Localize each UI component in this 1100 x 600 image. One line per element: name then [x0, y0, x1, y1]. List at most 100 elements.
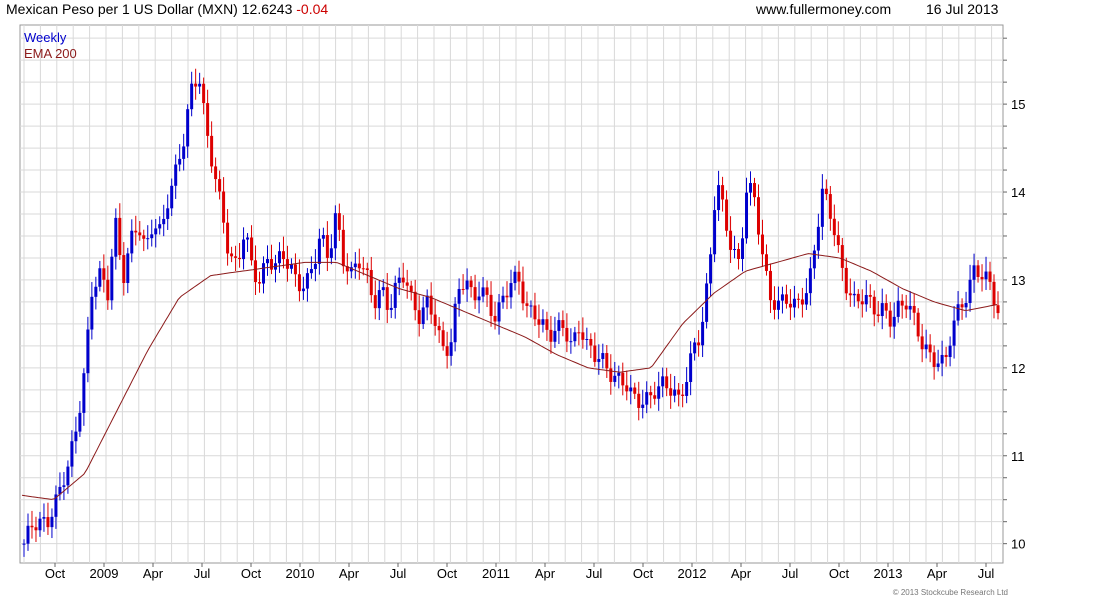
candle-body: [309, 269, 313, 274]
candle-body: [932, 352, 936, 367]
candle-body: [796, 298, 800, 300]
candle-body: [637, 393, 641, 408]
candle-body: [952, 320, 956, 346]
candle-body: [840, 245, 844, 268]
candle-body: [186, 109, 190, 147]
x-tick-label: 2012: [678, 566, 707, 581]
candle-body: [449, 342, 453, 356]
y-tick-label: 13: [1011, 273, 1025, 288]
y-tick-label: 12: [1011, 361, 1025, 376]
legend-weekly: Weekly: [24, 30, 67, 45]
candle-body: [341, 229, 345, 267]
candle-body: [437, 325, 441, 331]
candle-body: [948, 345, 952, 358]
candle-body: [114, 217, 118, 257]
candle-body: [912, 305, 916, 313]
candle-body: [170, 185, 174, 209]
candle-body: [269, 259, 273, 270]
candle-body: [856, 293, 860, 302]
candle-body: [792, 298, 796, 308]
candle-body: [473, 287, 477, 301]
candle-body: [421, 307, 425, 325]
candle-body: [641, 404, 645, 408]
legend-ema: EMA 200: [24, 46, 77, 61]
x-tick-label: Apr: [535, 566, 556, 581]
candle-body: [461, 288, 465, 290]
x-tick-label: 2011: [482, 566, 510, 581]
candle-body: [182, 146, 186, 159]
candle-body: [82, 373, 86, 413]
candle-body: [146, 238, 150, 240]
candle-body: [22, 543, 26, 545]
candle-body: [864, 294, 868, 305]
candle-body: [194, 83, 198, 87]
candle-body: [230, 253, 234, 257]
candle-body: [996, 305, 1000, 314]
x-tick-label: Apr: [731, 566, 752, 581]
x-tick-label: Jul: [782, 566, 799, 581]
candle-body: [110, 256, 114, 301]
candle-body: [66, 466, 70, 486]
candle-body: [405, 282, 409, 286]
candle-body: [741, 238, 745, 259]
x-tick-label: Oct: [633, 566, 654, 581]
candle-body: [689, 353, 693, 382]
candle-body: [441, 330, 445, 347]
candle-body: [333, 213, 337, 249]
x-tick-label: Oct: [45, 566, 66, 581]
candle-body: [780, 294, 784, 301]
candle-body: [321, 235, 325, 239]
candle-body: [940, 354, 944, 364]
candle-body: [369, 269, 373, 296]
candle-body: [469, 280, 473, 288]
candle-body: [760, 234, 764, 255]
candle-body: [848, 293, 852, 296]
candle-body: [605, 353, 609, 369]
candle-body: [964, 303, 968, 308]
candle-body: [557, 320, 561, 331]
candle-body: [988, 271, 992, 282]
candle-body: [621, 372, 625, 386]
candle-body: [86, 329, 90, 374]
candle-body: [106, 279, 110, 301]
candle-body: [589, 338, 593, 346]
candle-body: [46, 517, 50, 528]
candle-body: [301, 288, 305, 292]
candle-body: [693, 342, 697, 354]
x-tick-label: Jul: [586, 566, 603, 581]
candle-body: [808, 268, 812, 294]
candle-body: [800, 299, 804, 305]
candle-body: [285, 259, 289, 269]
candle-body: [377, 290, 381, 309]
candle-body: [896, 300, 900, 317]
candle-body: [876, 314, 880, 317]
candle-body: [305, 273, 309, 289]
candle-body: [190, 83, 194, 110]
candle-body: [385, 287, 389, 310]
candle-body: [828, 194, 832, 219]
candle-body: [50, 516, 54, 528]
candle-body: [206, 103, 210, 136]
candle-body: [753, 183, 756, 198]
candle-body: [433, 314, 437, 326]
candle-body: [709, 254, 713, 284]
candle-body: [577, 332, 581, 334]
candle-body: [653, 395, 657, 399]
candle-body: [593, 345, 597, 362]
candle-body: [976, 265, 980, 277]
candle-body: [174, 164, 178, 186]
candle-body: [417, 310, 421, 325]
candle-body: [38, 518, 42, 531]
candle-body: [681, 394, 685, 396]
candle-body: [721, 185, 725, 200]
candle-body: [222, 191, 226, 223]
candle-body: [425, 295, 429, 308]
candle-body: [529, 305, 533, 307]
candle-body: [497, 302, 501, 322]
candle-body: [381, 287, 385, 291]
x-tick-label: 2009: [90, 566, 119, 581]
candle-body: [361, 268, 365, 270]
candle-body: [880, 303, 884, 317]
candle-body: [509, 283, 513, 298]
candle-body: [844, 267, 848, 294]
